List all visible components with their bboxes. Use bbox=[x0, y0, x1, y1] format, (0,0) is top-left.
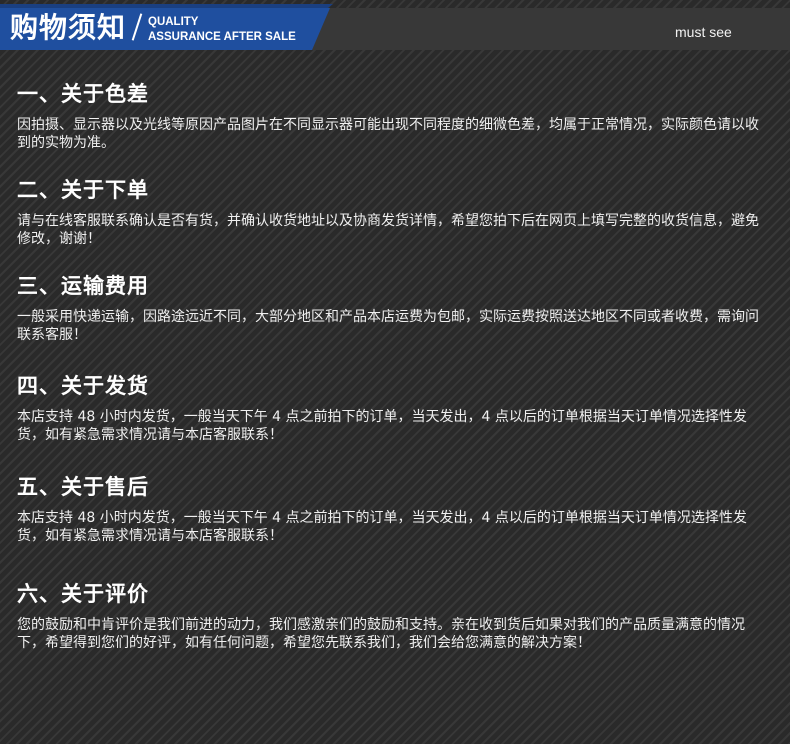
section-shipping-fee: 三、运输费用 一般采用快递运输，因路途远近不同，大部分地区和产品本店运费为包邮，… bbox=[17, 272, 777, 344]
section-heading: 二、关于下单 bbox=[17, 178, 149, 202]
section-after-sales: 五、关于售后 本店支持 48 小时内发货，一般当天下午 4 点之前拍下的订单，当… bbox=[17, 473, 777, 545]
section-heading: 六、关于评价 bbox=[17, 582, 149, 606]
header-banner: 购物须知 QUALITY ASSURANCE AFTER SALE must s… bbox=[0, 0, 790, 55]
section-heading: 四、关于发货 bbox=[17, 374, 149, 398]
section-body: 因拍摄、显示器以及光线等原因产品图片在不同显示器可能出现不同程度的细微色差，均属… bbox=[17, 117, 759, 151]
section-body: 本店支持 48 小时内发货，一般当天下午 4 点之前拍下的订单，当天发出，4 点… bbox=[17, 510, 747, 544]
section-delivery: 四、关于发货 本店支持 48 小时内发货，一般当天下午 4 点之前拍下的订单，当… bbox=[17, 372, 777, 444]
section-reviews: 六、关于评价 您的鼓励和中肯评价是我们前进的动力，我们感激亲们的鼓励和支持。亲在… bbox=[17, 580, 777, 652]
section-ordering: 二、关于下单 请与在线客服联系确认是否有货，并确认收货地址以及协商发货详情，希望… bbox=[17, 176, 777, 248]
section-body: 一般采用快递运输，因路途远近不同，大部分地区和产品本店运费为包邮，实际运费按照送… bbox=[17, 309, 759, 343]
must-see-tag: must see bbox=[675, 24, 732, 40]
subtitle-line-2: ASSURANCE AFTER SALE bbox=[148, 31, 296, 43]
section-body: 本店支持 48 小时内发货，一般当天下午 4 点之前拍下的订单，当天发出，4 点… bbox=[17, 409, 747, 443]
section-heading: 一、关于色差 bbox=[17, 82, 149, 106]
section-body: 请与在线客服联系确认是否有货，并确认收货地址以及协商发货详情，希望您拍下后在网页… bbox=[17, 213, 759, 247]
page-subtitle: QUALITY ASSURANCE AFTER SALE bbox=[148, 15, 296, 45]
subtitle-line-1: QUALITY bbox=[148, 16, 199, 28]
section-body: 您的鼓励和中肯评价是我们前进的动力，我们感激亲们的鼓励和支持。亲在收到货后如果对… bbox=[17, 617, 745, 651]
section-heading: 五、关于售后 bbox=[17, 475, 149, 499]
section-heading: 三、运输费用 bbox=[17, 274, 149, 298]
section-color-difference: 一、关于色差 因拍摄、显示器以及光线等原因产品图片在不同显示器可能出现不同程度的… bbox=[17, 80, 777, 152]
page-title: 购物须知 bbox=[10, 11, 127, 44]
